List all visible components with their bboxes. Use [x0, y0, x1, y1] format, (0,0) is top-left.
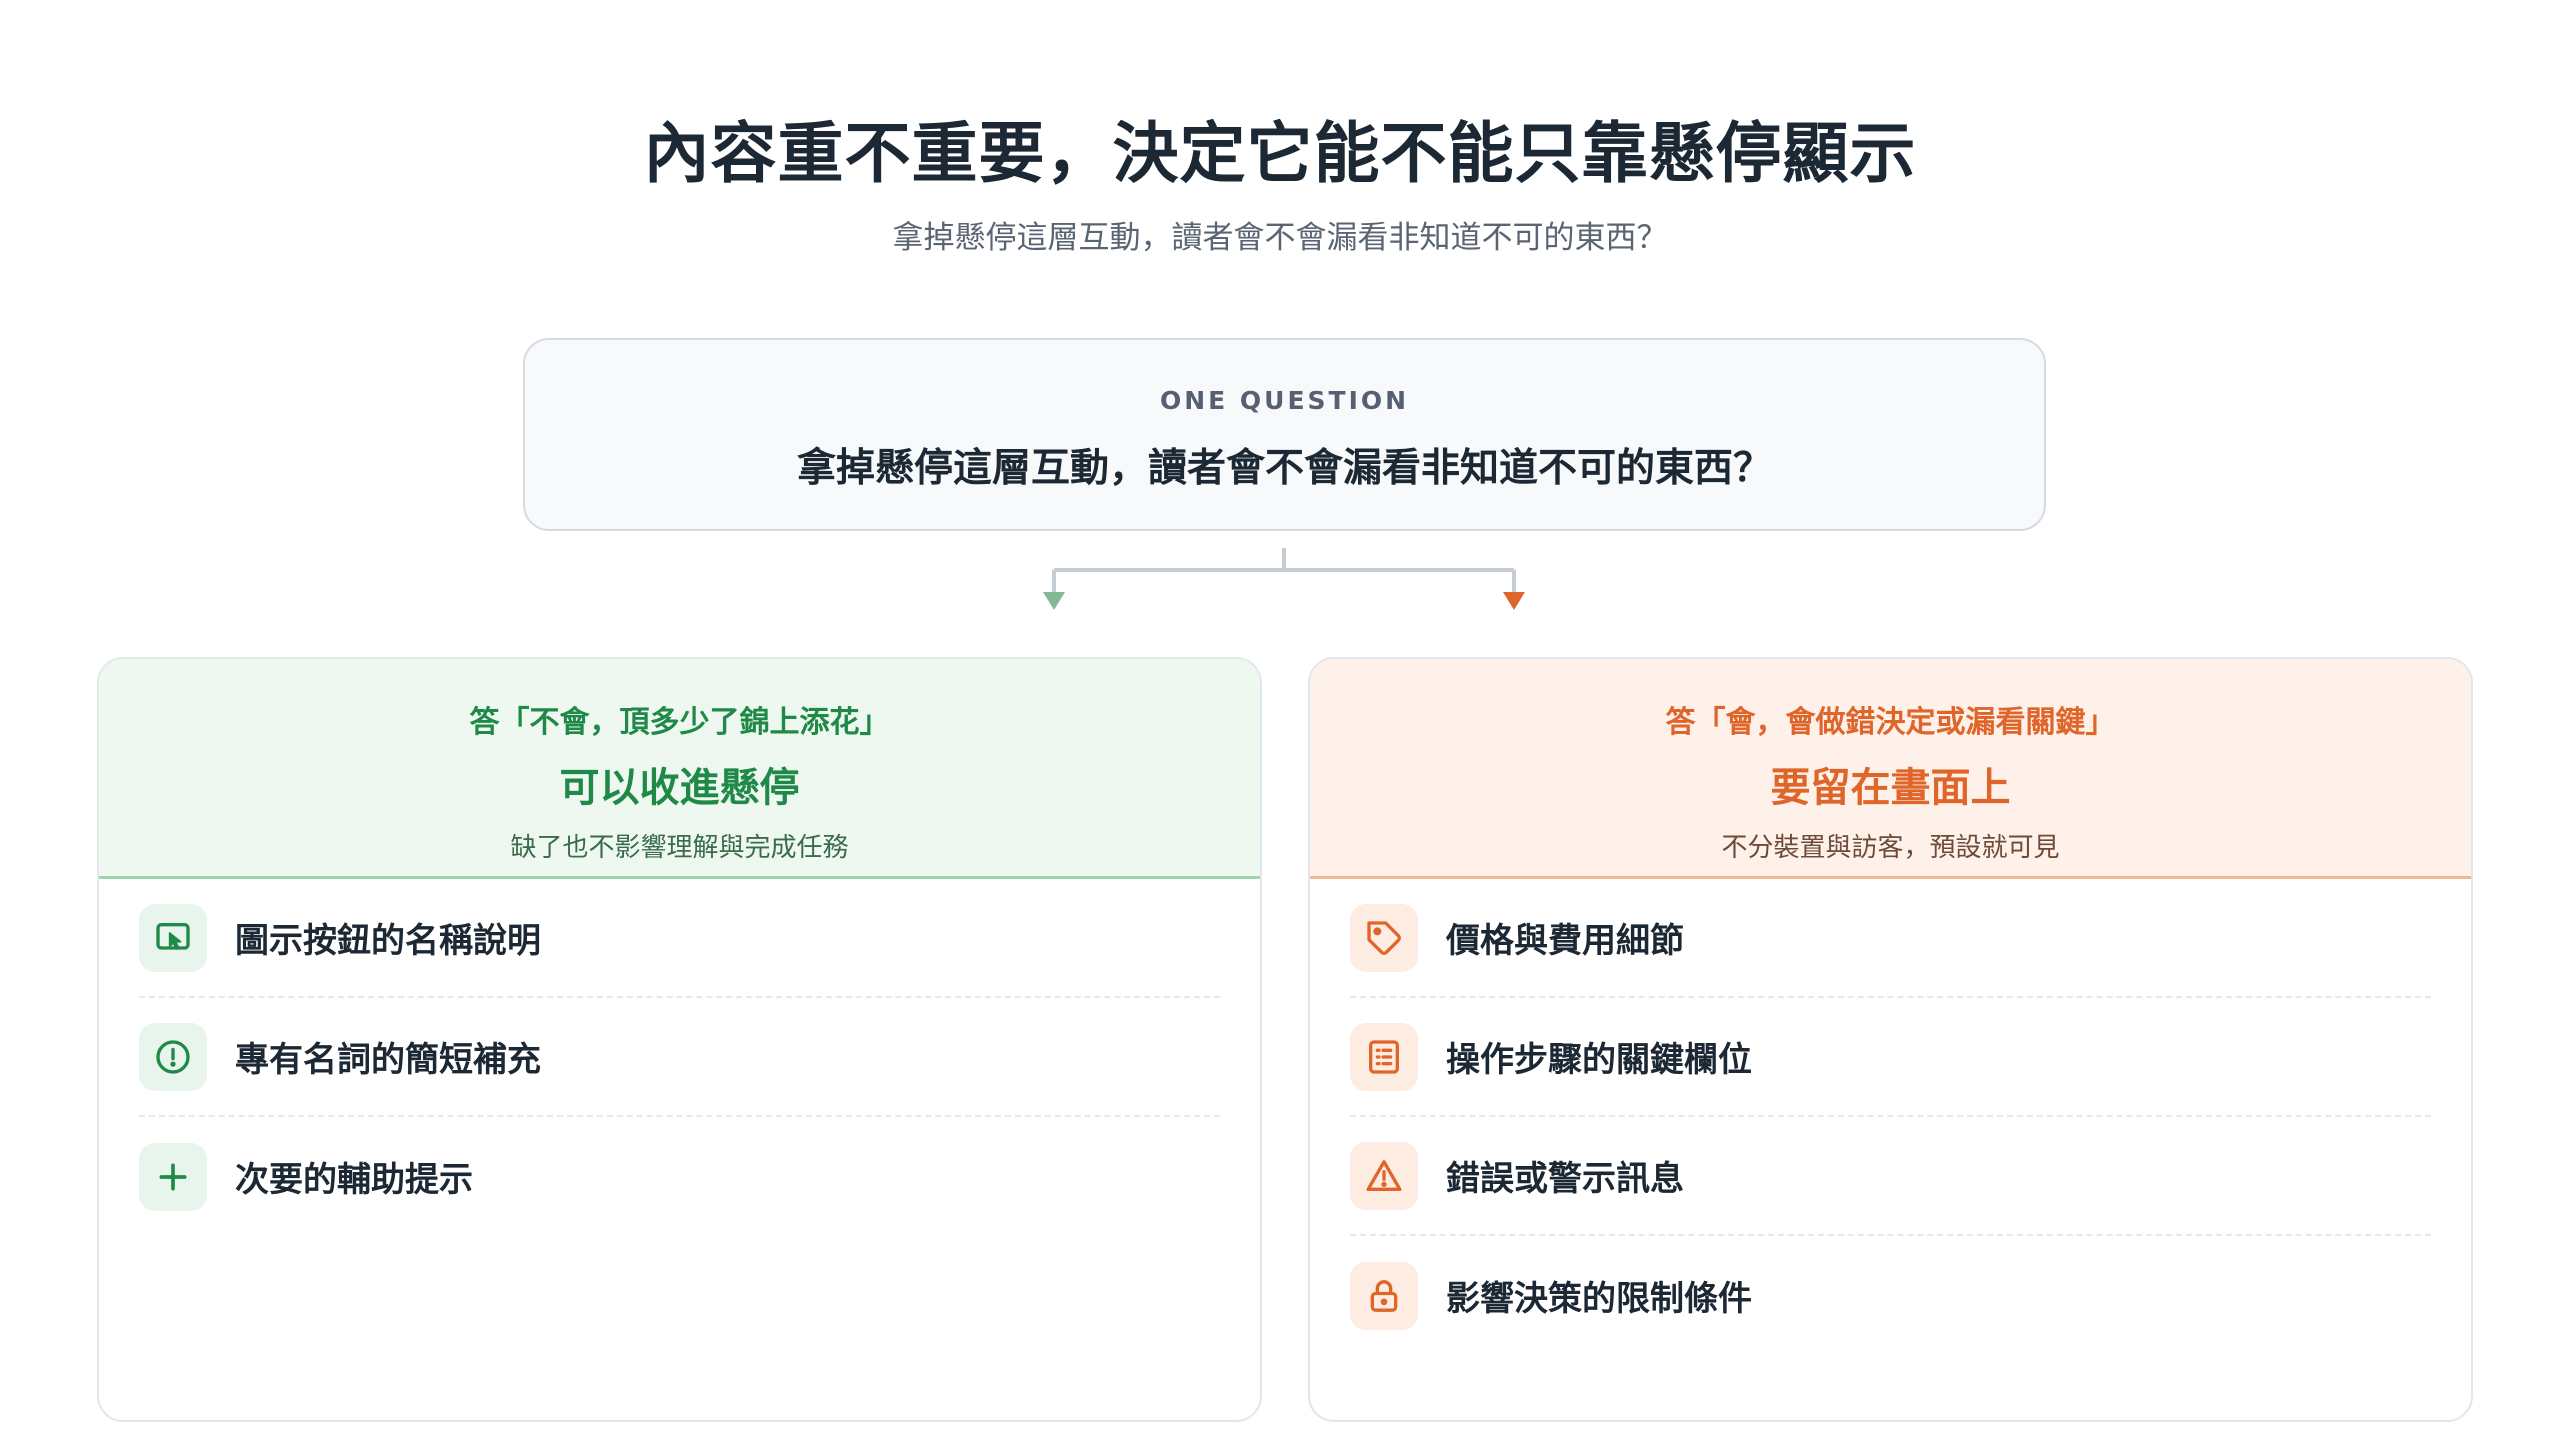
list-item: 影響決策的限制條件 — [1350, 1236, 2431, 1355]
branch-note: 缺了也不影響理解與完成任務 — [510, 833, 849, 863]
price-tag-icon — [1350, 903, 1418, 972]
item-label: 次要的輔助提示 — [235, 1160, 473, 1200]
branch-essential-header: 答「會，會做錯決定或漏看關鍵」 要留在畫面上 不分裝置與訪客，預設就可見 — [1310, 659, 2471, 879]
item-label: 專有名詞的簡短補充 — [235, 1040, 541, 1080]
branch-verdict: 可以收進懸停 — [559, 765, 800, 811]
info-circle-icon — [139, 1022, 207, 1091]
optional-item-list: 圖示按鈕的名稱說明 專有名詞的簡短補充 次要的輔助提示 — [99, 879, 1260, 1236]
list-item: 圖示按鈕的名稱說明 — [139, 879, 1220, 998]
essential-item-list: 價格與費用細節 操作步驟的關鍵欄位 錯誤或警示訊息 影響決策的限制條件 — [1310, 879, 2471, 1355]
connector-left-arrow — [1043, 592, 1065, 610]
item-label: 錯誤或警示訊息 — [1446, 1159, 1684, 1199]
warning-triangle-icon — [1350, 1141, 1418, 1210]
plus-icon — [139, 1142, 207, 1211]
list-item: 價格與費用細節 — [1350, 879, 2431, 998]
item-label: 操作步驟的關鍵欄位 — [1446, 1040, 1752, 1080]
form-list-icon — [1350, 1022, 1418, 1091]
item-label: 價格與費用細節 — [1446, 921, 1684, 961]
item-label: 圖示按鈕的名稱說明 — [235, 921, 541, 961]
branch-answer: 答「會，會做錯決定或漏看關鍵」 — [1665, 705, 2116, 740]
connector-right-arrow — [1503, 592, 1525, 610]
branch-optional-card: 答「不會，頂多少了錦上添花」 可以收進懸停 缺了也不影響理解與完成任務 圖示按鈕… — [97, 657, 1262, 1422]
list-item: 錯誤或警示訊息 — [1350, 1117, 2431, 1236]
item-label: 影響決策的限制條件 — [1446, 1279, 1752, 1319]
branch-essential-card: 答「會，會做錯決定或漏看關鍵」 要留在畫面上 不分裝置與訪客，預設就可見 價格與… — [1308, 657, 2473, 1422]
list-item: 專有名詞的簡短補充 — [139, 998, 1220, 1117]
cursor-click-icon — [139, 903, 207, 972]
branch-connector — [1043, 548, 1525, 610]
branch-verdict: 要留在畫面上 — [1770, 765, 2011, 811]
list-item: 次要的輔助提示 — [139, 1117, 1220, 1236]
list-item: 操作步驟的關鍵欄位 — [1350, 998, 2431, 1117]
lock-icon — [1350, 1261, 1418, 1330]
branch-answer: 答「不會，頂多少了錦上添花」 — [469, 705, 890, 740]
branch-optional-header: 答「不會，頂多少了錦上添花」 可以收進懸停 缺了也不影響理解與完成任務 — [99, 659, 1260, 879]
branch-note: 不分裝置與訪客，預設就可見 — [1721, 833, 2060, 863]
